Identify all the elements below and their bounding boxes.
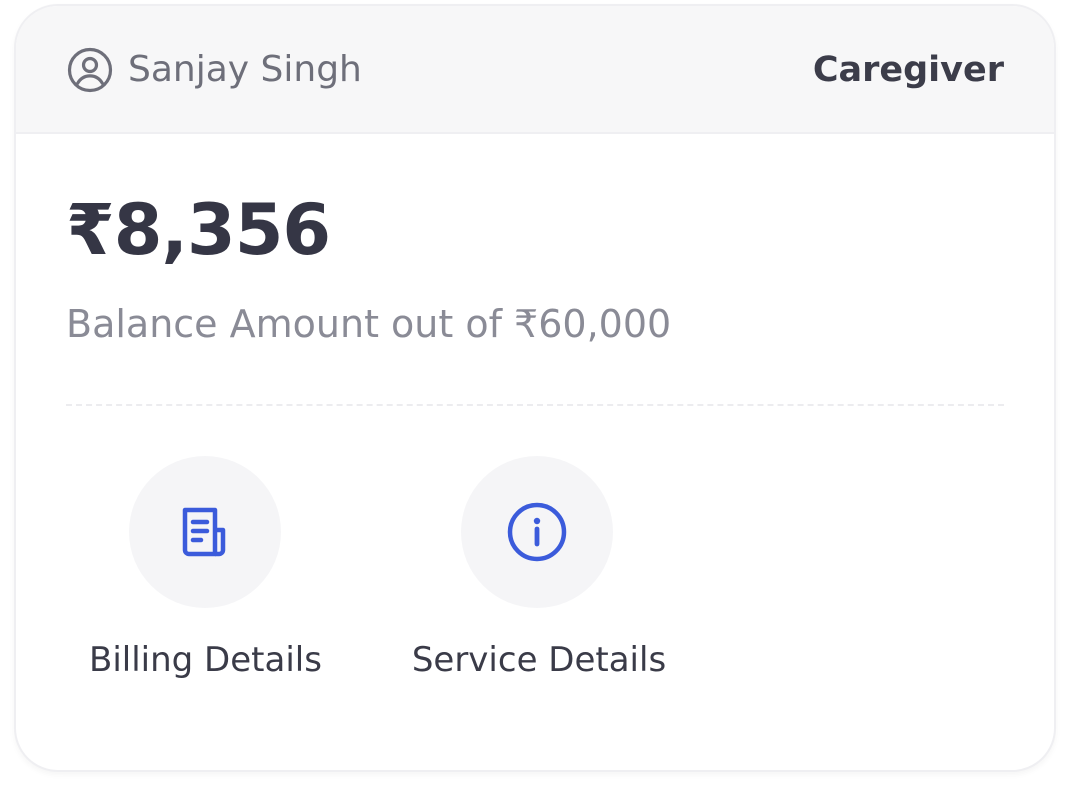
billing-details-label: Billing Details	[89, 640, 322, 680]
service-details-button[interactable]: Service Details	[409, 456, 669, 696]
receipt-icon	[182, 507, 226, 557]
billing-details-button[interactable]: Billing Details	[89, 456, 322, 696]
balance-card: Sanjay Singh Caregiver ₹8,356 Balance Am…	[14, 4, 1056, 772]
service-icon-circle	[461, 456, 613, 608]
balance-amount: ₹8,356	[66, 189, 331, 271]
balance-subtitle: Balance Amount out of ₹60,000	[66, 302, 672, 346]
user-circle-icon	[67, 47, 113, 93]
info-icon	[507, 502, 567, 562]
billing-icon-circle	[129, 456, 281, 608]
divider	[66, 404, 1004, 406]
role-label: Caregiver	[812, 50, 1004, 90]
user-name: Sanjay Singh	[128, 49, 362, 90]
service-details-label: Service Details	[411, 640, 667, 680]
card-header: Sanjay Singh Caregiver	[16, 6, 1054, 134]
